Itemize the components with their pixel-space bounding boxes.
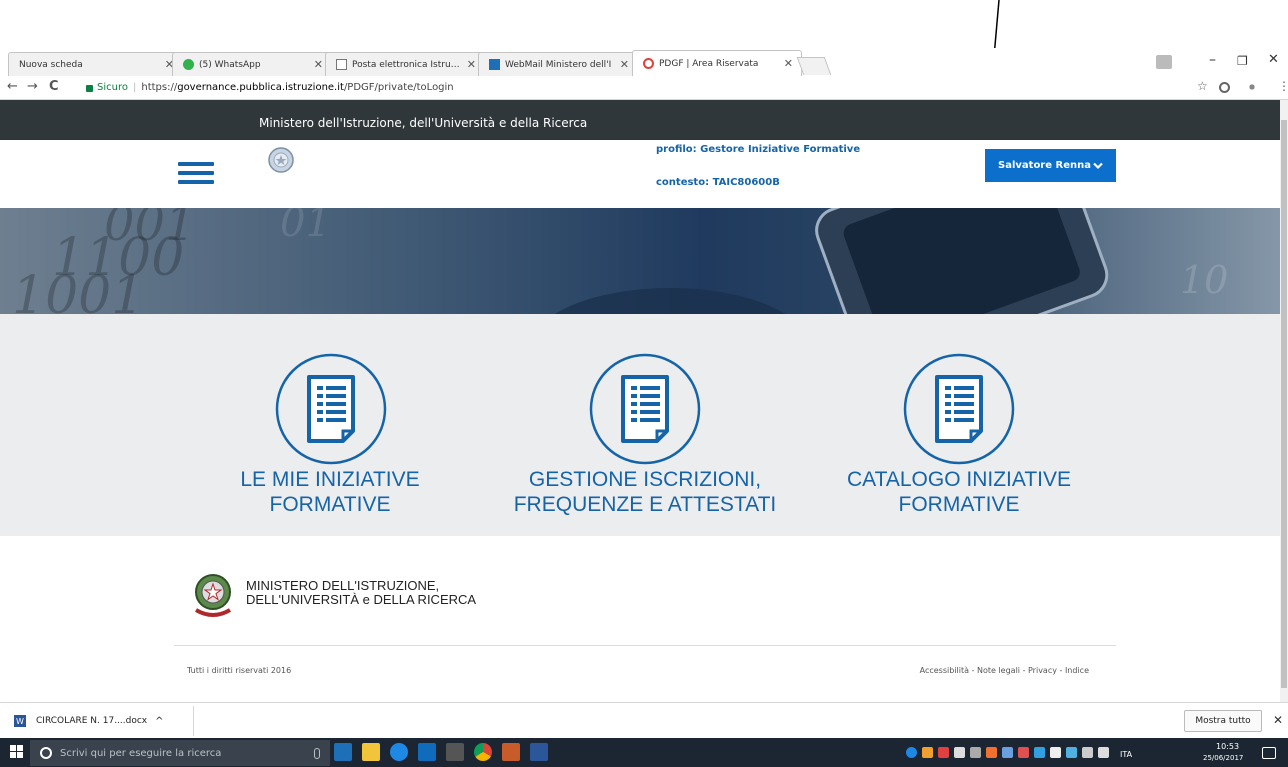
forward-icon[interactable]: → bbox=[27, 79, 38, 94]
task-view-icon[interactable] bbox=[334, 743, 352, 761]
whatsapp-icon bbox=[183, 59, 194, 70]
restore-icon[interactable]: ❐ bbox=[1237, 54, 1248, 68]
download-bar-close-icon[interactable]: ✕ bbox=[1273, 713, 1283, 727]
show-all-downloads-button[interactable]: Mostra tutto bbox=[1184, 710, 1262, 732]
hero-banner: 001 1100 1001 01 10 bbox=[0, 208, 1280, 314]
tile-le-mie-iniziative[interactable]: LE MIE INIZIATIVE FORMATIVE bbox=[180, 467, 480, 517]
window-close-icon[interactable]: ✕ bbox=[1268, 52, 1279, 67]
windows-start-icon[interactable] bbox=[10, 745, 24, 759]
app-icon[interactable] bbox=[502, 743, 520, 761]
republic-emblem-icon[interactable] bbox=[267, 145, 295, 177]
profile-context: contesto: TAIC80600B bbox=[656, 177, 780, 188]
tab-posta-elettronica[interactable]: Posta elettronica Istruzio ✕ bbox=[325, 52, 485, 76]
chrome-icon[interactable] bbox=[474, 743, 492, 761]
cortana-icon bbox=[40, 747, 52, 759]
tray-app-icon[interactable] bbox=[986, 747, 997, 758]
scrollbar-thumb[interactable] bbox=[1281, 120, 1287, 688]
clock-date[interactable]: 25/06/2017 bbox=[1203, 754, 1243, 762]
profile-icon[interactable] bbox=[1156, 55, 1172, 69]
download-filename: CIRCOLARE N. 17....docx bbox=[36, 716, 148, 726]
tile-gestione-iscrizioni[interactable]: GESTIONE ISCRIZIONI, FREQUENZE E ATTESTA… bbox=[495, 467, 795, 517]
pdgf-icon bbox=[643, 58, 654, 69]
tab-pdgf[interactable]: PDGF | Area Riservata ✕ bbox=[632, 50, 802, 76]
tray-network-icon[interactable] bbox=[1066, 747, 1077, 758]
document-list-icon[interactable] bbox=[589, 353, 701, 465]
tab-webmail[interactable]: WebMail Ministero dell'I ✕ bbox=[478, 52, 638, 76]
footer-ministry-name: MINISTERO DELL'ISTRUZIONE, DELL'UNIVERSI… bbox=[246, 578, 477, 607]
url-text: https://governance.pubblica.istruzione.i… bbox=[141, 81, 454, 93]
tab-close-icon[interactable]: ✕ bbox=[314, 58, 323, 71]
tile-catalogo-iniziative[interactable]: CATALOGO INIZIATIVE FORMATIVE bbox=[809, 467, 1109, 517]
volume-icon[interactable] bbox=[1098, 747, 1109, 758]
back-icon[interactable]: ← bbox=[7, 79, 18, 94]
tray-app-icon[interactable] bbox=[906, 747, 917, 758]
tray-app-icon[interactable] bbox=[938, 747, 949, 758]
browser-menu-icon[interactable]: ⋮ bbox=[1278, 79, 1288, 93]
tray-app-icon[interactable] bbox=[970, 747, 981, 758]
tray-monitor-icon[interactable] bbox=[1082, 747, 1093, 758]
copyright-text: Tutti i diritti riservati 2016 bbox=[187, 666, 292, 675]
tab-whatsapp[interactable]: (5) WhatsApp ✕ bbox=[172, 52, 332, 76]
taskbar-search-placeholder: Scrivi qui per eseguire la ricerca bbox=[60, 747, 222, 759]
extension-puzzle-icon[interactable] bbox=[1246, 81, 1258, 93]
ministry-emblem-icon bbox=[194, 574, 232, 617]
lock-icon bbox=[86, 84, 93, 92]
tray-app-icon[interactable] bbox=[1034, 747, 1045, 758]
hero-device-image bbox=[554, 208, 1109, 314]
ministry-title: Ministero dell'Istruzione, dell'Universi… bbox=[259, 116, 588, 130]
user-name: Salvatore Renna bbox=[998, 160, 1091, 171]
minimize-icon[interactable]: – bbox=[1209, 52, 1216, 68]
download-separator bbox=[193, 706, 194, 736]
taskbar-search-input[interactable]: Scrivi qui per eseguire la ricerca bbox=[30, 740, 330, 766]
edge-icon[interactable] bbox=[390, 743, 408, 761]
document-list-icon[interactable] bbox=[275, 353, 387, 465]
omnibox-separator: | bbox=[132, 81, 137, 93]
file-explorer-icon[interactable] bbox=[362, 743, 380, 761]
chevron-up-icon[interactable]: ^ bbox=[155, 716, 163, 727]
microphone-icon[interactable] bbox=[314, 747, 320, 759]
tray-app-icon[interactable] bbox=[954, 747, 965, 758]
document-icon bbox=[336, 59, 347, 70]
calculator-icon[interactable] bbox=[446, 743, 464, 761]
tray-chevron-icon[interactable] bbox=[1050, 747, 1061, 758]
ministry-bar bbox=[0, 100, 1280, 140]
hamburger-menu-icon[interactable] bbox=[178, 162, 214, 184]
footer-divider bbox=[174, 645, 1116, 646]
profile-role: profilo: Gestore Iniziative Formative bbox=[656, 144, 861, 155]
secure-label: Sicuro bbox=[97, 81, 128, 93]
screen: Nuova scheda ✕ (5) WhatsApp ✕ Posta elet… bbox=[0, 0, 1288, 767]
tray-app-icon[interactable] bbox=[1018, 747, 1029, 758]
chevron-down-icon bbox=[1093, 162, 1103, 169]
document-list-icon[interactable] bbox=[903, 353, 1015, 465]
url-input[interactable]: Sicuro | https://governance.pubblica.ist… bbox=[86, 78, 1186, 96]
tab-close-icon[interactable]: ✕ bbox=[467, 58, 476, 71]
footer-links[interactable]: Accessibilità - Note legali - Privacy - … bbox=[920, 666, 1089, 675]
user-menu-button[interactable]: Salvatore Renna bbox=[985, 149, 1116, 182]
download-item[interactable]: W CIRCOLARE N. 17....docx ^ bbox=[14, 712, 164, 730]
webmail-icon bbox=[489, 59, 500, 70]
bookmark-star-icon[interactable]: ☆ bbox=[1197, 79, 1208, 93]
language-indicator[interactable]: ITA bbox=[1120, 750, 1132, 759]
clock-time[interactable]: 10:53 bbox=[1216, 742, 1239, 751]
tray-app-icon[interactable] bbox=[1002, 747, 1013, 758]
store-icon[interactable] bbox=[418, 743, 436, 761]
tab-close-icon[interactable]: ✕ bbox=[620, 58, 629, 71]
tab-nuova-scheda[interactable]: Nuova scheda ✕ bbox=[8, 52, 183, 76]
word-document-icon: W bbox=[14, 715, 26, 727]
notifications-icon[interactable] bbox=[1262, 747, 1276, 759]
tray-app-icon[interactable] bbox=[922, 747, 933, 758]
word-icon[interactable] bbox=[530, 743, 548, 761]
tab-close-icon[interactable]: ✕ bbox=[784, 57, 793, 70]
reload-icon[interactable]: C bbox=[49, 79, 59, 94]
extension-icon[interactable] bbox=[1219, 82, 1230, 93]
